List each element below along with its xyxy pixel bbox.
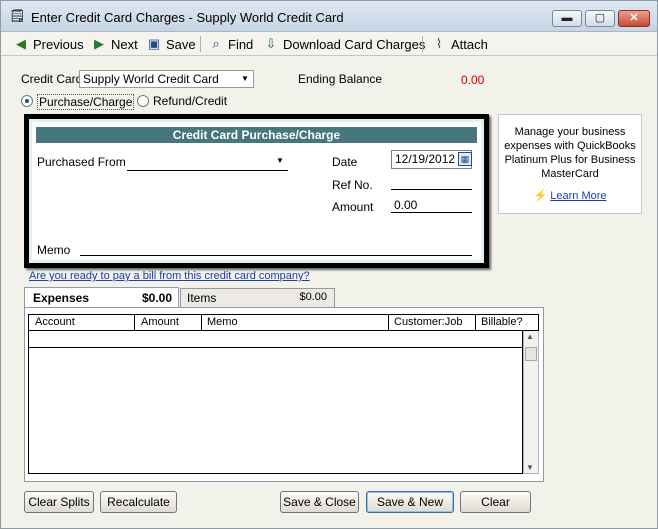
- column-header-billable[interactable]: Billable?: [481, 316, 523, 328]
- table-row[interactable]: [28, 331, 523, 348]
- previous-arrow-icon: ◀: [16, 36, 26, 51]
- grid-scrollbar[interactable]: ▲ ▼: [523, 331, 539, 474]
- ending-balance-label: Ending Balance: [298, 72, 383, 86]
- save-button[interactable]: ▣ Save: [146, 35, 196, 53]
- tab-expenses-label: Expenses: [33, 291, 90, 305]
- chevron-down-icon[interactable]: ▼: [239, 73, 251, 85]
- pay-bill-link[interactable]: Are you ready to pay a bill from this cr…: [29, 270, 310, 282]
- title-bar[interactable]: 🗒 Enter Credit Card Charges - Supply Wor…: [1, 1, 657, 32]
- expenses-grid-body[interactable]: [28, 331, 523, 474]
- app-icon: 🗒: [9, 8, 26, 23]
- lightning-icon: ⚡: [533, 190, 548, 202]
- scroll-up-icon[interactable]: ▲: [526, 332, 534, 341]
- tab-items-label: Items: [187, 291, 217, 305]
- promo-text-line: Manage your business: [514, 126, 626, 138]
- maximize-button[interactable]: ▢: [585, 10, 615, 27]
- find-button[interactable]: ⌕ Find: [208, 35, 253, 53]
- next-arrow-icon: ▶: [94, 36, 104, 51]
- credit-card-charges-window: 🗒 Enter Credit Card Charges - Supply Wor…: [0, 0, 658, 529]
- credit-card-value: Supply World Credit Card: [83, 72, 219, 86]
- memo-underline: [80, 255, 472, 256]
- toolbar-separator: [422, 36, 423, 52]
- promo-box: Manage your business expenses with Quick…: [498, 114, 642, 214]
- save-label: Save: [166, 36, 196, 52]
- learn-more-row: ⚡ Learn More: [499, 189, 641, 203]
- floppy-disk-icon: ▣: [147, 36, 161, 51]
- column-header-memo[interactable]: Memo: [207, 316, 238, 328]
- previous-button[interactable]: ◀ Previous: [13, 35, 84, 53]
- purchased-from-label: Purchased From: [37, 155, 126, 169]
- ref-no-label: Ref No.: [332, 178, 373, 192]
- clear-button[interactable]: Clear: [460, 491, 531, 513]
- credit-card-select[interactable]: Supply World Credit Card ▼: [79, 70, 254, 88]
- recalculate-button[interactable]: Recalculate: [100, 491, 177, 513]
- save-new-button[interactable]: Save & New: [366, 491, 454, 513]
- purchase-charge-radio[interactable]: [21, 95, 33, 107]
- tab-expenses[interactable]: Expenses $0.00: [24, 287, 179, 308]
- next-label: Next: [111, 36, 138, 52]
- tab-items[interactable]: Items $0.00: [180, 288, 335, 308]
- window-title: Enter Credit Card Charges - Supply World…: [31, 10, 344, 25]
- purchased-from-select[interactable]: ▼: [127, 153, 288, 171]
- tab-expenses-amount: $0.00: [141, 291, 172, 305]
- magnifier-icon: ⌕: [212, 36, 220, 51]
- attach-label: Attach: [451, 36, 488, 52]
- promo-text-line: MasterCard: [541, 168, 599, 180]
- column-header-account[interactable]: Account: [35, 316, 75, 328]
- amount-underline: [391, 212, 472, 213]
- download-card-charges-button[interactable]: ⇩ Download Card Charges: [263, 35, 426, 53]
- learn-more-link[interactable]: Learn More: [550, 190, 606, 202]
- download-icon: ⇩: [265, 36, 277, 51]
- calendar-icon[interactable]: ▦: [458, 152, 472, 166]
- toolbar-separator: [200, 36, 201, 52]
- scroll-thumb[interactable]: [525, 347, 537, 361]
- purchase-charge-label[interactable]: Purchase/Charge: [37, 94, 135, 110]
- scroll-down-icon[interactable]: ▼: [526, 463, 534, 472]
- refund-credit-label[interactable]: Refund/Credit: [153, 94, 227, 108]
- promo-text-line: Platinum Plus for Business: [504, 154, 636, 166]
- amount-label: Amount: [332, 200, 374, 214]
- memo-label: Memo: [37, 243, 71, 257]
- promo-text-line: expenses with QuickBooks: [504, 140, 636, 152]
- paperclip-icon: ⌇: [435, 36, 443, 51]
- ending-balance-value: 0.00: [461, 73, 485, 87]
- credit-card-label: Credit Card: [21, 72, 83, 86]
- date-value: 12/19/2012: [395, 152, 456, 166]
- close-button[interactable]: ✕: [618, 10, 650, 27]
- save-close-button[interactable]: Save & Close: [280, 491, 359, 513]
- tab-items-amount: $0.00: [299, 291, 327, 303]
- next-button[interactable]: ▶ Next: [91, 35, 138, 53]
- column-header-customer-job[interactable]: Customer:Job: [394, 316, 462, 328]
- column-header-amount[interactable]: Amount: [141, 316, 179, 328]
- attach-button[interactable]: ⌇ Attach: [431, 35, 488, 53]
- minimize-button[interactable]: ▬: [552, 10, 582, 27]
- clear-splits-button[interactable]: Clear Splits: [24, 491, 94, 513]
- amount-value[interactable]: 0.00: [394, 198, 417, 212]
- find-label: Find: [228, 36, 254, 52]
- form-heading: Credit Card Purchase/Charge: [36, 127, 477, 143]
- toolbar: ◀ Previous ▶ Next ▣ Save ⌕ Find ⇩ Downlo…: [1, 32, 657, 56]
- download-label: Download Card Charges: [283, 36, 426, 52]
- refund-credit-radio[interactable]: [137, 95, 149, 107]
- previous-label: Previous: [33, 36, 84, 52]
- date-label: Date: [332, 155, 358, 169]
- ref-no-underline: [391, 189, 472, 190]
- chevron-down-icon[interactable]: ▼: [274, 155, 286, 167]
